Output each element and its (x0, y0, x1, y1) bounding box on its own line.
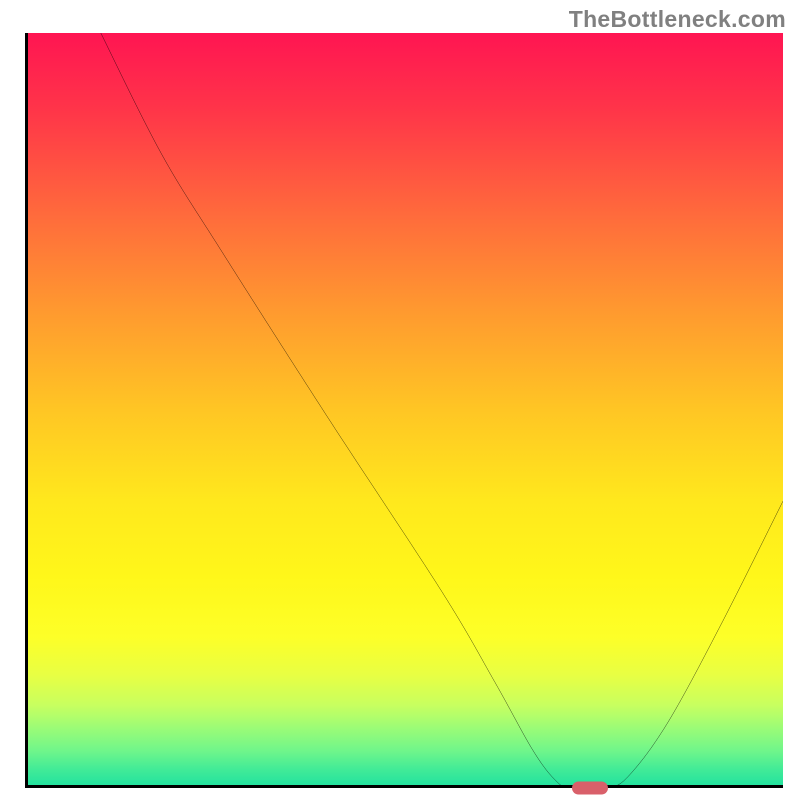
plot-area (25, 33, 783, 788)
bottleneck-curve (25, 33, 783, 788)
watermark-text: TheBottleneck.com (569, 6, 786, 33)
chart-wrapper: TheBottleneck.com (0, 0, 800, 800)
